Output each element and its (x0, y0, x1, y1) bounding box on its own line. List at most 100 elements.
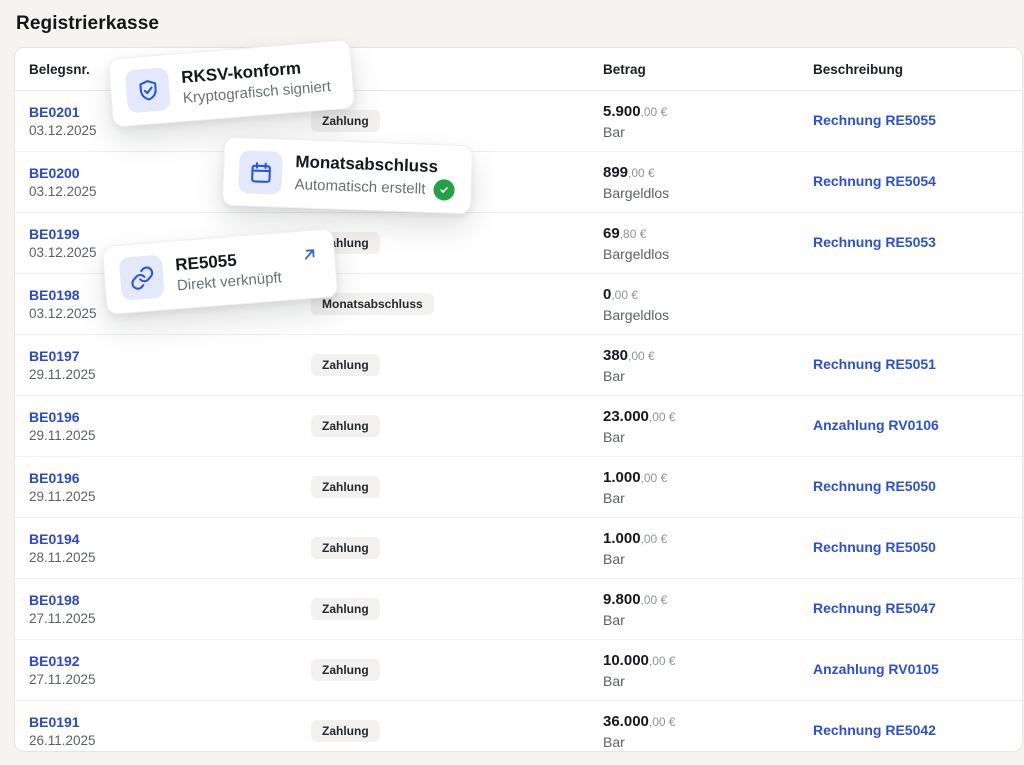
shield-check-icon (125, 67, 171, 113)
amount-cell: 36.000,00 € Bar (603, 713, 813, 750)
description-link[interactable]: Rechnung RE5051 (813, 356, 936, 372)
page-title: Registrierkasse (16, 13, 159, 35)
receipts-table-card: Belegsnr. Betrag Beschreibung BE0201 03.… (14, 47, 1023, 752)
beleg-cell: BE0198 27.11.2025 (29, 592, 311, 626)
beleg-cell: BE0192 27.11.2025 (29, 653, 311, 687)
payment-method: Bargeldlos (603, 307, 813, 323)
payment-method: Bar (603, 490, 813, 506)
beleg-number-link[interactable]: BE0191 (29, 714, 311, 730)
amount-fraction: ,00 € (649, 654, 676, 668)
type-cell: Zahlung (311, 720, 603, 742)
beleg-cell: BE0191 26.11.2025 (29, 714, 311, 748)
beleg-number-link[interactable]: BE0196 (29, 409, 311, 425)
amount-fraction: ,00 € (628, 166, 655, 180)
amount-fraction: ,00 € (641, 532, 668, 546)
type-cell: Zahlung (311, 232, 603, 254)
beleg-cell: BE0196 29.11.2025 (29, 409, 311, 443)
description-link[interactable]: Rechnung RE5042 (813, 722, 936, 738)
amount-value: 23.000,00 € (603, 408, 813, 425)
beleg-date: 29.11.2025 (29, 367, 311, 382)
amount-fraction: ,00 € (611, 288, 638, 302)
table-row: BE0194 28.11.2025 Zahlung 1.000,00 € Bar… (15, 518, 1022, 579)
payment-method: Bar (603, 612, 813, 628)
description-link[interactable]: Rechnung RE5055 (813, 112, 936, 128)
amount-cell: 69,80 € Bargeldlos (603, 225, 813, 262)
amount-cell: 10.000,00 € Bar (603, 652, 813, 689)
amount-cell: 380,00 € Bar (603, 347, 813, 384)
amount-value: 1.000,00 € (603, 469, 813, 486)
type-badge: Zahlung (311, 537, 380, 559)
type-badge: Zahlung (311, 415, 380, 437)
amount-cell: 23.000,00 € Bar (603, 408, 813, 445)
type-cell: Zahlung (311, 110, 603, 132)
monthly-callout-subtitle: Automatisch erstellt (294, 175, 455, 202)
type-badge: Zahlung (311, 659, 380, 681)
amount-fraction: ,00 € (641, 105, 668, 119)
type-cell: Monatsabschluss (311, 293, 603, 315)
type-cell: Zahlung (311, 598, 603, 620)
beleg-date: 29.11.2025 (29, 428, 311, 443)
beleg-date: 29.11.2025 (29, 489, 311, 504)
amount-fraction: ,00 € (641, 593, 668, 607)
description-link[interactable]: Anzahlung RV0105 (813, 661, 939, 677)
amount-value: 1.000,00 € (603, 530, 813, 547)
amount-cell: 5.900,00 € Bar (603, 103, 813, 140)
rksv-callout-text: RKSV-konform Kryptografisch signiert (181, 56, 332, 107)
amount-value: 899,00 € (603, 164, 813, 181)
type-badge: Zahlung (311, 598, 380, 620)
type-badge: Zahlung (311, 476, 380, 498)
description-cell: Rechnung RE5042 (813, 722, 1012, 740)
description-cell: Anzahlung RV0106 (813, 417, 1012, 435)
amount-cell: 1.000,00 € Bar (603, 530, 813, 567)
beleg-date: 28.11.2025 (29, 550, 311, 565)
payment-method: Bar (603, 673, 813, 689)
amount-fraction: ,00 € (649, 410, 676, 424)
description-cell: Rechnung RE5047 (813, 600, 1012, 618)
amount-value: 10.000,00 € (603, 652, 813, 669)
amount-value: 36.000,00 € (603, 713, 813, 730)
description-link[interactable]: Rechnung RE5050 (813, 539, 936, 555)
monthly-callout-text: Monatsabschluss Automatisch erstellt (294, 152, 455, 201)
beleg-date: 26.11.2025 (29, 733, 311, 748)
description-link[interactable]: Rechnung RE5050 (813, 478, 936, 494)
amount-value: 380,00 € (603, 347, 813, 364)
column-header-betrag: Betrag (603, 62, 813, 77)
beleg-number-link[interactable]: BE0192 (29, 653, 311, 669)
payment-method: Bar (603, 734, 813, 750)
beleg-number-link[interactable]: BE0196 (29, 470, 311, 486)
beleg-number-link[interactable]: BE0194 (29, 531, 311, 547)
description-link[interactable]: Rechnung RE5053 (813, 234, 936, 250)
beleg-cell: BE0196 29.11.2025 (29, 470, 311, 504)
table-row: BE0198 27.11.2025 Zahlung 9.800,00 € Bar… (15, 579, 1022, 640)
table-row: BE0196 29.11.2025 Zahlung 1.000,00 € Bar… (15, 457, 1022, 518)
description-cell: Rechnung RE5053 (813, 234, 1012, 252)
amount-value: 0,00 € (603, 286, 813, 303)
payment-method: Bar (603, 551, 813, 567)
payment-method: Bar (603, 429, 813, 445)
description-cell: Rechnung RE5054 (813, 173, 1012, 191)
amount-value: 69,80 € (603, 225, 813, 242)
type-badge: Zahlung (311, 354, 380, 376)
description-link[interactable]: Rechnung RE5054 (813, 173, 936, 189)
linked-callout-text: RE5055 Direkt verknüpft (175, 244, 322, 295)
amount-cell: 1.000,00 € Bar (603, 469, 813, 506)
table-row: BE0191 26.11.2025 Zahlung 36.000,00 € Ba… (15, 701, 1022, 752)
column-header-beschreibung: Beschreibung (813, 62, 1012, 77)
type-badge: Zahlung (311, 110, 380, 132)
arrow-up-right-icon[interactable] (299, 245, 319, 265)
payment-method: Bar (603, 368, 813, 384)
table-row: BE0197 29.11.2025 Zahlung 380,00 € Bar R… (15, 335, 1022, 396)
beleg-cell: BE0197 29.11.2025 (29, 348, 311, 382)
description-link[interactable]: Rechnung RE5047 (813, 600, 936, 616)
beleg-number-link[interactable]: BE0197 (29, 348, 311, 364)
type-cell: Zahlung (311, 537, 603, 559)
monthly-callout-title: Monatsabschluss (295, 152, 456, 178)
amount-fraction: ,00 € (628, 349, 655, 363)
beleg-cell: BE0194 28.11.2025 (29, 531, 311, 565)
description-link[interactable]: Anzahlung RV0106 (813, 417, 939, 433)
beleg-date: 27.11.2025 (29, 611, 311, 626)
beleg-number-link[interactable]: BE0198 (29, 592, 311, 608)
amount-cell: 0,00 € Bargeldlos (603, 286, 813, 323)
type-badge: Zahlung (311, 720, 380, 742)
table-row: BE0200 03.12.2025 Zahlung 899,00 € Barge… (15, 152, 1022, 213)
